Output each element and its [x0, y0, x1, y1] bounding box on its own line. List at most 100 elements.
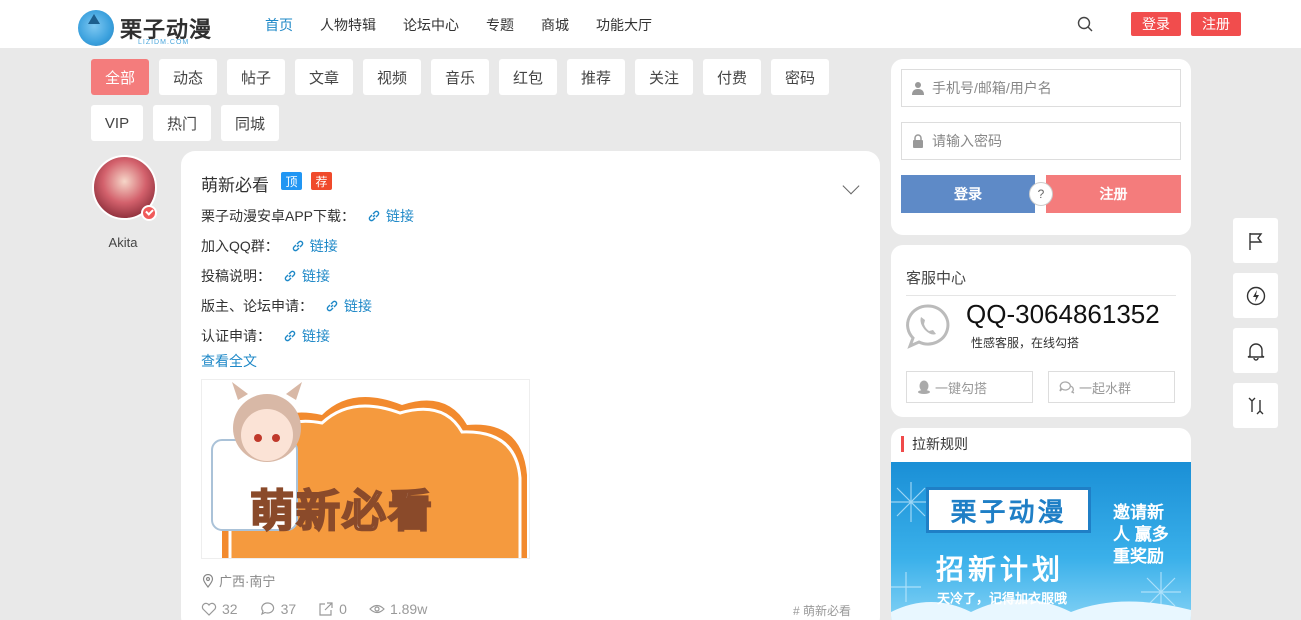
link-icon — [368, 210, 380, 222]
service-panel: 客服中心 QQ-3064861352 性感客服，在线勾搭 一键勾搭 一起水群 — [891, 245, 1191, 417]
notification-tool[interactable] — [1233, 328, 1278, 373]
chat-now-label: 一键勾搭 — [935, 380, 988, 396]
author-name[interactable]: Akita — [92, 235, 154, 250]
filter-music[interactable]: 音乐 — [431, 59, 489, 95]
like-count: 32 — [222, 601, 238, 617]
filter-vip[interactable]: VIP — [91, 105, 143, 141]
user-icon — [912, 82, 924, 95]
post-line: 加入QQ群： 链接 — [201, 236, 338, 256]
password-field[interactable]: 请输入密码 — [901, 122, 1181, 160]
login-panel: 手机号/邮箱/用户名 请输入密码 登录 注册 ? — [891, 59, 1191, 235]
banner-side-text: 邀请新人 赢多重奖励 — [1113, 503, 1169, 566]
link-icon — [284, 330, 296, 342]
quick-tool[interactable] — [1233, 273, 1278, 318]
post-location: 广西·南宁 — [201, 571, 275, 590]
filter-hot[interactable]: 热门 — [153, 105, 211, 141]
nav-topics[interactable]: 专题 — [486, 15, 514, 35]
filter-recommend[interactable]: 推荐 — [567, 59, 625, 95]
post-link[interactable]: 链接 — [283, 266, 330, 286]
chevron-down-icon[interactable] — [842, 177, 860, 195]
post-link[interactable]: 链接 — [291, 236, 338, 256]
filter-redpacket[interactable]: 红包 — [499, 59, 557, 95]
post-line-label: 栗子动漫安卓APP下载： — [201, 208, 356, 224]
filter-local[interactable]: 同城 — [221, 105, 279, 141]
refresh-tool[interactable] — [1233, 383, 1278, 428]
link-icon — [292, 240, 304, 252]
filter-password[interactable]: 密码 — [771, 59, 829, 95]
post-title[interactable]: 萌新必看 — [201, 171, 269, 196]
banner-brand: 栗子动漫 — [926, 487, 1091, 533]
join-group-label: 一起水群 — [1079, 380, 1132, 396]
username-placeholder: 手机号/邮箱/用户名 — [932, 80, 1052, 96]
main-nav: 首页 人物特辑 论坛中心 专题 商城 功能大厅 — [265, 15, 679, 35]
post-line: 栗子动漫安卓APP下载： 链接 — [201, 206, 414, 226]
post-line: 认证申请： 链接 — [201, 326, 330, 346]
chat-now-button[interactable]: 一键勾搭 — [906, 371, 1033, 403]
lightning-icon — [1246, 286, 1265, 305]
qq-penguin-icon — [918, 380, 930, 394]
recruit-banner[interactable]: 栗子动漫 招新计划 天冷了，记得加衣服哦 邀请新人 赢多重奖励 — [891, 462, 1191, 620]
divider — [906, 295, 1176, 296]
location-text: 广西·南宁 — [219, 574, 276, 589]
post-stats: 32 37 0 1.89w — [201, 601, 449, 617]
post-line: 版主、论坛申请： 链接 — [201, 296, 372, 316]
nav-features[interactable]: 功能大厅 — [596, 15, 652, 35]
bell-icon — [1247, 342, 1264, 361]
link-icon — [284, 270, 296, 282]
header-login-button[interactable]: 登录 — [1131, 12, 1181, 36]
share-icon — [319, 602, 333, 616]
username-field[interactable]: 手机号/邮箱/用户名 — [901, 69, 1181, 107]
filter-dynamic[interactable]: 动态 — [159, 59, 217, 95]
filter-follow[interactable]: 关注 — [635, 59, 693, 95]
filter-paid[interactable]: 付费 — [703, 59, 761, 95]
recommended-badge: 荐 — [311, 172, 332, 190]
banner-headline: 招新计划 — [936, 554, 1065, 585]
post-link[interactable]: 链接 — [367, 206, 414, 226]
nav-characters[interactable]: 人物特辑 — [320, 15, 376, 35]
comment-count: 37 — [280, 601, 297, 617]
post-image-caption: 萌新必看 — [249, 485, 434, 538]
like-button[interactable]: 32 — [201, 601, 238, 617]
join-group-button[interactable]: 一起水群 — [1048, 371, 1175, 403]
post-link-text: 链接 — [344, 298, 372, 314]
post-tag[interactable]: # 萌新必看 — [793, 602, 851, 619]
comment-button[interactable]: 37 — [260, 601, 297, 617]
login-button[interactable]: 登录 — [901, 175, 1035, 213]
heart-icon — [201, 602, 217, 616]
flag-icon — [1248, 232, 1262, 250]
nav-shop[interactable]: 商城 — [541, 15, 569, 35]
post-line: 投稿说明： 链接 — [201, 266, 330, 286]
filter-posts[interactable]: 帖子 — [227, 59, 285, 95]
rules-panel: 拉新规则 栗子动漫 招新计划 天冷了，记得加衣服哦 邀请新人 赢多重奖励 — [891, 428, 1191, 620]
lock-icon — [913, 134, 923, 148]
register-button[interactable]: 注册 — [1046, 175, 1181, 213]
search-icon[interactable] — [1077, 16, 1093, 32]
location-pin-icon — [202, 573, 214, 588]
filter-articles[interactable]: 文章 — [295, 59, 353, 95]
comment-icon — [260, 602, 274, 616]
post-link-text: 链接 — [302, 328, 330, 344]
refresh-icon — [1248, 397, 1263, 414]
share-count: 0 — [339, 601, 347, 617]
post-image[interactable]: 萌新必看 — [201, 379, 530, 559]
site-logo[interactable]: 栗子动漫 LIZIDM.COM — [78, 8, 212, 48]
eye-icon — [369, 604, 385, 614]
post-link[interactable]: 链接 — [325, 296, 372, 316]
banner-tagline: 天冷了，记得加衣服哦 — [937, 591, 1068, 606]
logo-subtext: LIZIDM.COM — [138, 39, 190, 46]
logo-cat-icon — [78, 10, 114, 46]
post-line-label: 加入QQ群： — [201, 238, 279, 254]
group-chat-icon — [1059, 381, 1075, 394]
header-register-button[interactable]: 注册 — [1191, 12, 1241, 36]
filter-all[interactable]: 全部 — [91, 59, 149, 95]
share-button[interactable]: 0 — [318, 601, 347, 617]
read-more-link[interactable]: 查看全文 — [201, 351, 257, 371]
filter-video[interactable]: 视频 — [363, 59, 421, 95]
post-line-label: 版主、论坛申请： — [201, 298, 313, 314]
post-link[interactable]: 链接 — [283, 326, 330, 346]
top-header: 栗子动漫 LIZIDM.COM 首页 人物特辑 论坛中心 专题 商城 功能大厅 … — [0, 0, 1301, 48]
report-tool[interactable] — [1233, 218, 1278, 263]
nav-home[interactable]: 首页 — [265, 15, 293, 35]
nav-forum[interactable]: 论坛中心 — [403, 15, 459, 35]
help-button[interactable]: ? — [1029, 182, 1053, 206]
